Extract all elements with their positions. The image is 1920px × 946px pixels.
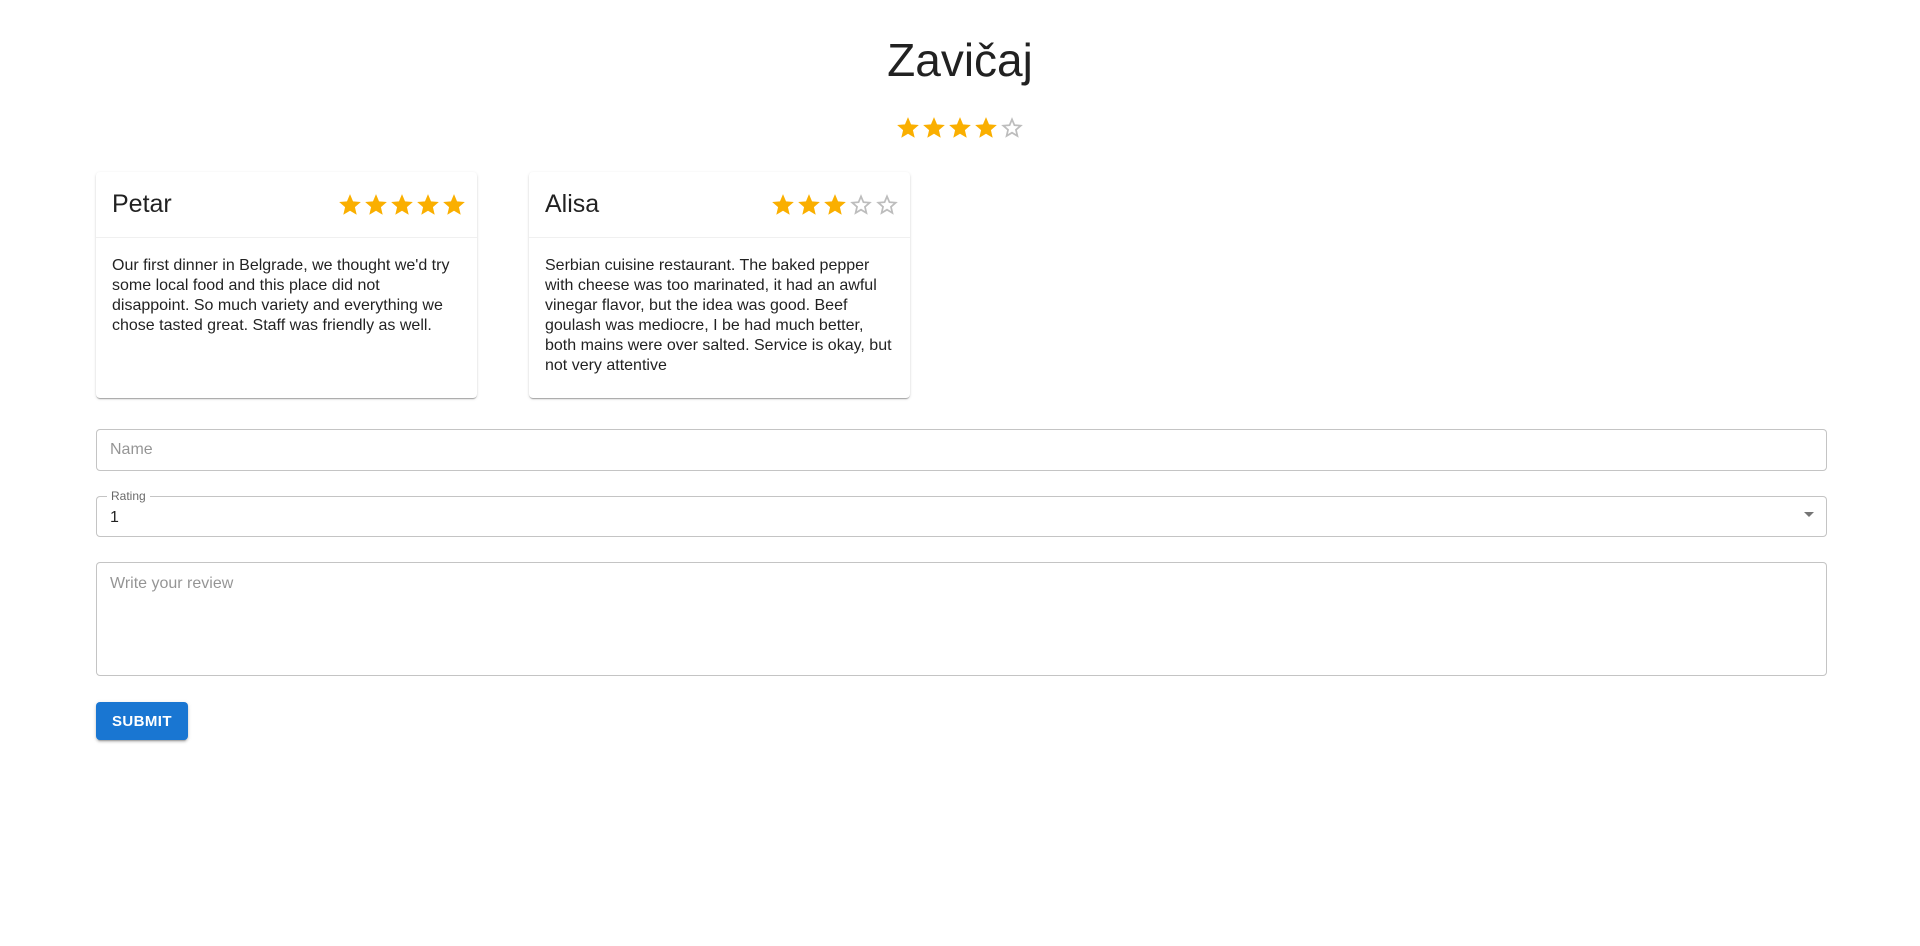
submit-button[interactable]: Submit [96, 702, 188, 740]
star-empty-icon [874, 192, 900, 218]
rating-value: 1 [110, 509, 119, 526]
star-empty-icon [848, 192, 874, 218]
star-filled-icon [895, 115, 921, 141]
star-filled-icon [770, 192, 796, 218]
review-card-header: Petar [96, 172, 477, 238]
restaurant-page: Zavičaj Petar Our first dinner in Belgra… [0, 0, 1920, 946]
star-filled-icon [389, 192, 415, 218]
review-rating [337, 192, 467, 218]
review-text: Our first dinner in Belgrade, we thought… [112, 257, 450, 334]
star-filled-icon [441, 192, 467, 218]
rating-label: Rating [107, 489, 150, 503]
rating-select[interactable]: Rating 1 [96, 489, 1827, 537]
star-filled-icon [947, 115, 973, 141]
star-filled-icon [415, 192, 441, 218]
review-list: Petar Our first dinner in Belgrade, we t… [96, 172, 910, 398]
star-filled-icon [337, 192, 363, 218]
name-input[interactable] [97, 430, 1826, 470]
star-empty-icon [999, 115, 1025, 141]
page-title: Zavičaj [887, 34, 1033, 86]
overall-rating [0, 115, 1920, 141]
review-text: Serbian cuisine restaurant. The baked pe… [545, 257, 892, 374]
review-textarea[interactable] [97, 563, 1826, 675]
review-form: Rating 1 Submit [96, 429, 1827, 740]
review-rating [770, 192, 900, 218]
reviewer-name: Petar [112, 190, 172, 218]
star-filled-icon [363, 192, 389, 218]
review-card: Petar Our first dinner in Belgrade, we t… [96, 172, 477, 398]
star-filled-icon [796, 192, 822, 218]
review-card: Alisa Serbian cuisine restaurant. The ba… [529, 172, 910, 398]
star-filled-icon [822, 192, 848, 218]
chevron-down-icon [1804, 512, 1814, 517]
star-filled-icon [973, 115, 999, 141]
review-field [96, 562, 1827, 676]
name-field [96, 429, 1827, 471]
review-card-header: Alisa [529, 172, 910, 238]
reviewer-name: Alisa [545, 190, 600, 218]
star-filled-icon [921, 115, 947, 141]
